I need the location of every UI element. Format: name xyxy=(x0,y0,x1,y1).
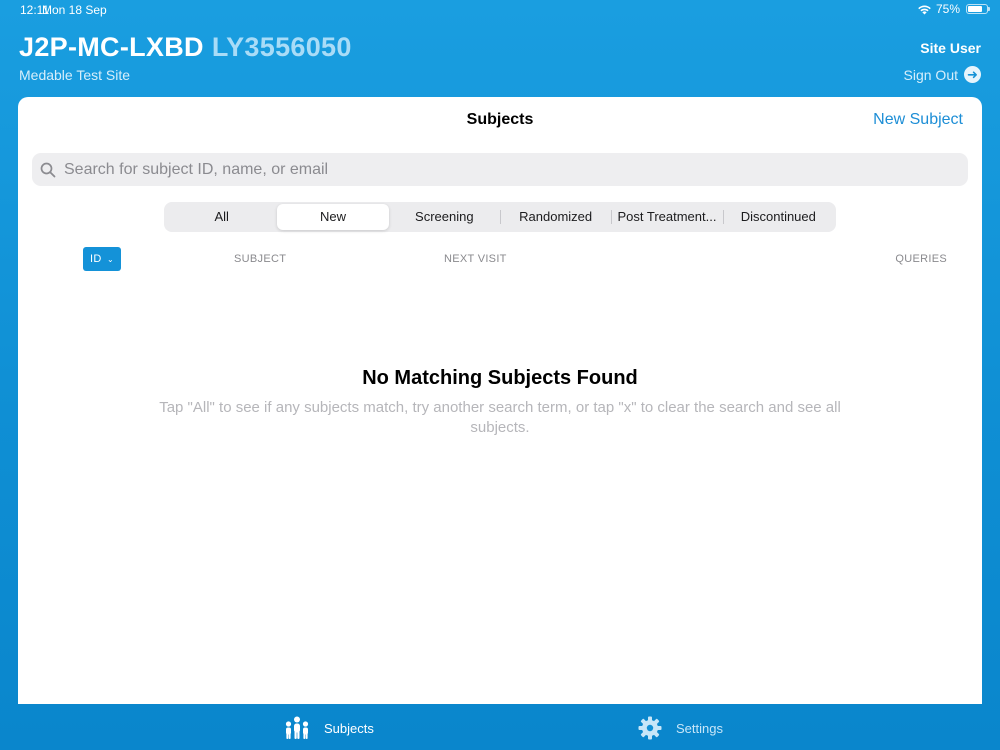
tab-settings-label: Settings xyxy=(676,720,723,736)
segment-new[interactable]: New xyxy=(277,204,389,230)
protocol-id: J2P-MC-LXBD xyxy=(19,32,204,62)
empty-state-message: Tap "All" to see if any subjects match, … xyxy=(159,399,841,436)
tab-bar: Subjects Settings xyxy=(0,704,1000,750)
people-icon xyxy=(285,716,309,739)
study-title: J2P-MC-LXBD LY3556050 xyxy=(19,32,352,63)
empty-state-title: No Matching Subjects Found xyxy=(362,367,638,389)
tab-subjects[interactable]: Subjects xyxy=(284,716,374,740)
wifi-icon xyxy=(918,5,931,14)
chevron-down-icon: ⌄ xyxy=(106,255,114,264)
sort-id-label: ID xyxy=(90,253,102,265)
page-title: Subjects xyxy=(466,111,534,128)
tab-settings[interactable]: Settings xyxy=(638,716,723,740)
battery-fill xyxy=(968,6,982,12)
sign-out-label: Sign Out xyxy=(903,66,958,83)
status-date: Mon 18 Sep xyxy=(42,3,107,17)
user-role: Site User xyxy=(920,40,981,56)
segment-randomized[interactable]: Randomized xyxy=(499,204,611,230)
battery-percent: 75% xyxy=(935,2,960,16)
segment-discontinued[interactable]: Discontinued xyxy=(722,204,834,230)
study-code: LY3556050 xyxy=(211,32,352,62)
search-input[interactable] xyxy=(62,159,946,180)
segment-screening[interactable]: Screening xyxy=(389,204,500,230)
table-header: ID ⌄ SUBJECT NEXT VISIT QUERIES xyxy=(18,247,982,271)
segment-post-treatment[interactable]: Post Treatment... xyxy=(611,204,722,230)
segment-all[interactable]: All xyxy=(166,204,277,230)
gear-icon xyxy=(638,716,662,740)
search-bar[interactable] xyxy=(32,153,968,186)
sort-id-button[interactable]: ID ⌄ xyxy=(83,247,121,271)
column-next-visit: NEXT VISIT xyxy=(444,253,507,265)
battery-icon xyxy=(966,4,990,14)
sign-out-button[interactable]: Sign Out ➜ xyxy=(904,66,981,83)
status-indicators: 75% xyxy=(917,2,990,16)
header: J2P-MC-LXBD LY3556050 Medable Test Site S… xyxy=(19,30,981,90)
column-subject: SUBJECT xyxy=(234,253,287,265)
status-bar: 12:11 Mon 18 Sep 75% xyxy=(0,0,1000,20)
site-name: Medable Test Site xyxy=(19,67,131,83)
column-queries: QUERIES xyxy=(895,253,947,265)
new-subject-button[interactable]: New Subject xyxy=(873,111,963,129)
arrow-right-circle-icon: ➜ xyxy=(964,66,981,83)
tab-subjects-label: Subjects xyxy=(324,720,374,736)
status-filter: All New Screening Randomized Post Treatm… xyxy=(164,202,836,232)
subjects-panel: Subjects New Subject All New Screening R… xyxy=(18,97,982,704)
search-icon xyxy=(40,162,56,177)
